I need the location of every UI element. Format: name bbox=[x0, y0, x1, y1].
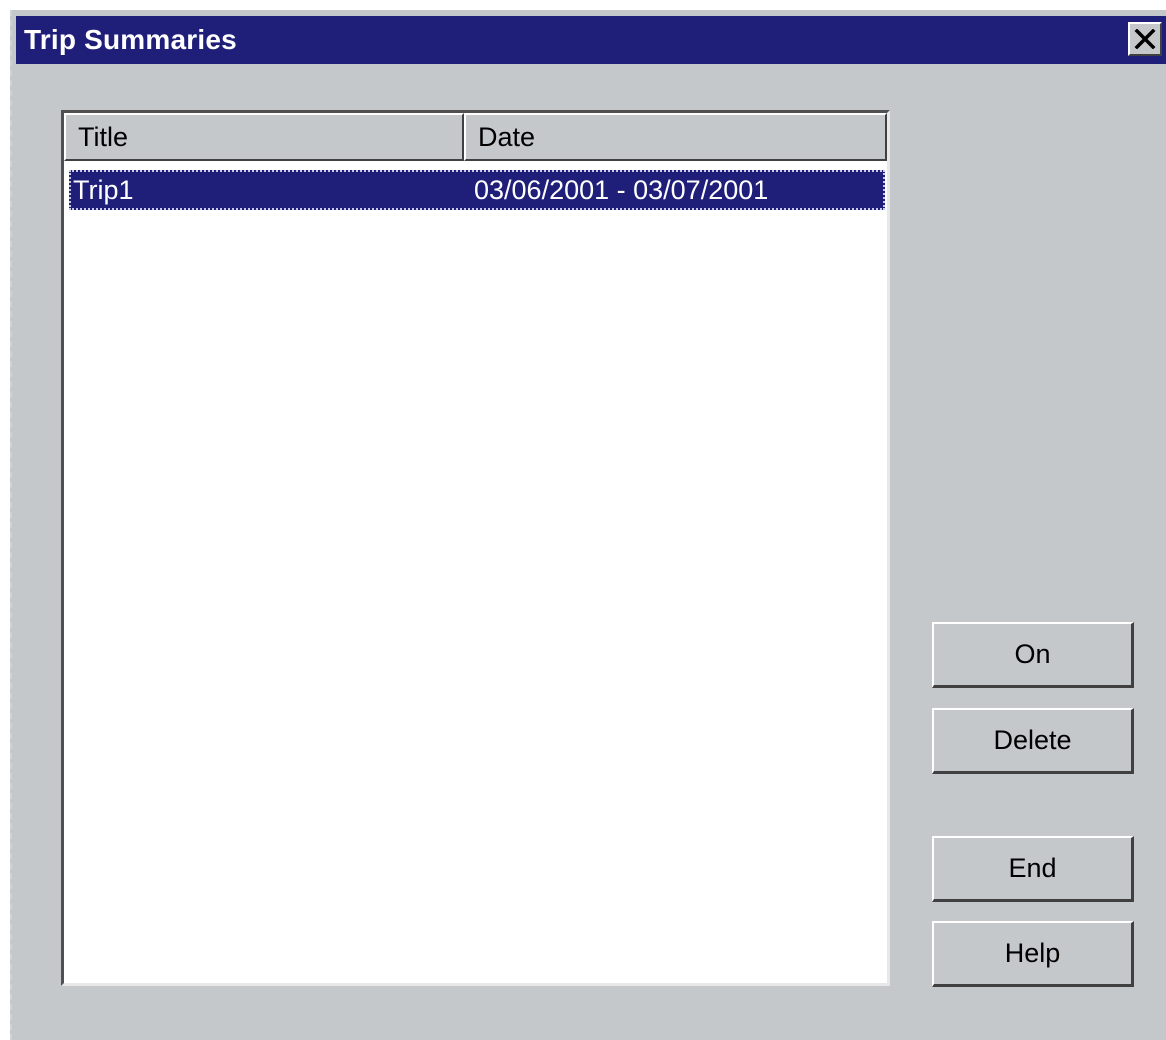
window-title: Trip Summaries bbox=[24, 24, 237, 55]
close-button[interactable] bbox=[1128, 22, 1162, 56]
trip-list[interactable]: Title Date Trip1 03/06/2001 - 03/07/2001 bbox=[61, 110, 890, 986]
delete-button[interactable]: Delete bbox=[932, 708, 1134, 774]
list-header: Title Date bbox=[64, 113, 887, 161]
column-header-date[interactable]: Date bbox=[464, 113, 887, 161]
list-item[interactable]: Trip1 03/06/2001 - 03/07/2001 bbox=[69, 170, 885, 210]
trip-summaries-dialog: Trip Summaries Title Date Trip1 03/06/20… bbox=[10, 10, 1166, 1040]
on-button[interactable]: On bbox=[932, 622, 1134, 688]
trip-date-cell: 03/06/2001 - 03/07/2001 bbox=[474, 175, 769, 205]
title-bar[interactable]: Trip Summaries bbox=[16, 16, 1166, 64]
close-icon bbox=[1134, 29, 1156, 49]
trip-title-cell: Trip1 bbox=[73, 175, 134, 205]
screen: Trip Summaries Title Date Trip1 03/06/20… bbox=[0, 0, 1166, 1040]
help-button[interactable]: Help bbox=[932, 921, 1134, 987]
end-button[interactable]: End bbox=[932, 836, 1134, 902]
column-header-title[interactable]: Title bbox=[64, 113, 464, 161]
